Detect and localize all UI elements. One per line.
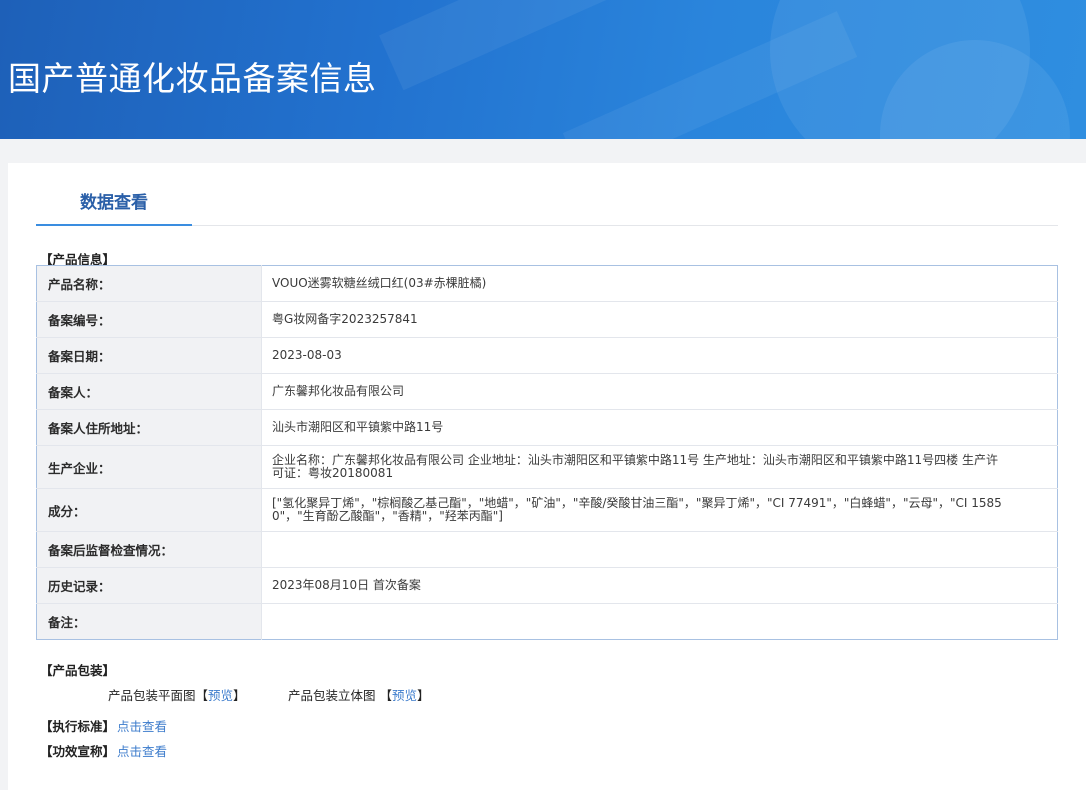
table-row: 备注：: [36, 603, 1058, 640]
section-standard-label: 【执行标准】: [40, 719, 116, 734]
tab-data-view[interactable]: 数据查看: [36, 186, 192, 226]
history-value: 2023年08月10日 首次备案: [261, 567, 1058, 604]
remarks-value: [262, 604, 1058, 640]
filer-value: 广东馨邦化妆品有限公司: [261, 373, 1058, 410]
table-row: 备案编号： 粤G妆网备字2023257841: [36, 301, 1058, 338]
banner-decoration: [379, 0, 641, 91]
tab-bar: 数据查看: [36, 186, 1058, 226]
field-label: 备案编号：: [36, 301, 262, 338]
table-row: 备案人： 广东馨邦化妆品有限公司: [36, 373, 1058, 410]
field-label: 备案人住所地址：: [36, 409, 262, 446]
table-row: 备案人住所地址： 汕头市潮阳区和平镇紫中路11号: [36, 409, 1058, 446]
table-row: 产品名称： VOUO迷雾软糖丝绒口红(03#赤棵脏橘): [36, 265, 1058, 302]
page-title: 国产普通化妆品备案信息: [8, 59, 377, 98]
manufacturer-value: 企业名称：广东馨邦化妆品有限公司 企业地址：汕头市潮阳区和平镇紫中路11号 生产…: [261, 445, 1058, 489]
field-label: 备注：: [36, 603, 262, 640]
efficacy-view-link[interactable]: 点击查看: [117, 741, 167, 760]
flat-packaging-item: 产品包装平面图【预览】: [108, 685, 246, 704]
table-row: 成分： ["氢化聚异丁烯"，"棕榈酸乙基己酯"，"地蜡"，"矿油"，"辛酸/癸酸…: [36, 488, 1058, 532]
section-packaging-label: 【产品包装】: [40, 663, 116, 678]
section-efficacy-label: 【功效宣称】: [40, 744, 116, 759]
filing-date-value: 2023-08-03: [261, 337, 1058, 374]
filer-address-value: 汕头市潮阳区和平镇紫中路11号: [261, 409, 1058, 446]
header-banner: 国产普通化妆品备案信息: [0, 0, 1086, 139]
bracket: 【: [195, 688, 209, 703]
field-label: 生产企业：: [36, 445, 262, 489]
bracket: 【: [379, 688, 393, 703]
field-label: 产品名称：: [36, 265, 262, 302]
packaging-previews: 产品包装平面图【预览】 产品包装立体图 【预览】: [108, 685, 430, 704]
bracket: 】: [233, 688, 246, 703]
ingredients-value: ["氢化聚异丁烯"，"棕榈酸乙基己酯"，"地蜡"，"矿油"，"辛酸/癸酸甘油三酯…: [261, 488, 1058, 532]
flat-preview-link[interactable]: 预览: [208, 688, 233, 703]
table-row: 历史记录： 2023年08月10日 首次备案: [36, 567, 1058, 604]
solid-packaging-label: 产品包装立体图: [288, 688, 376, 703]
field-label: 历史记录：: [36, 567, 262, 604]
solid-preview-link[interactable]: 预览: [392, 688, 417, 703]
bracket: 】: [417, 688, 430, 703]
field-label: 备案后监督检查情况：: [36, 531, 262, 568]
field-label: 备案日期：: [36, 337, 262, 374]
field-label: 成分：: [36, 488, 262, 532]
product-info-table: 产品名称： VOUO迷雾软糖丝绒口红(03#赤棵脏橘) 备案编号： 粤G妆网备字…: [36, 265, 1058, 640]
table-row: 生产企业： 企业名称：广东馨邦化妆品有限公司 企业地址：汕头市潮阳区和平镇紫中路…: [36, 445, 1058, 489]
standard-view-link[interactable]: 点击查看: [117, 716, 167, 735]
table-row: 备案后监督检查情况：: [36, 531, 1058, 568]
flat-packaging-label: 产品包装平面图: [108, 688, 196, 703]
supervision-value: [261, 531, 1058, 568]
solid-packaging-item: 产品包装立体图 【预览】: [288, 685, 430, 704]
field-label: 备案人：: [36, 373, 262, 410]
product-name-value: VOUO迷雾软糖丝绒口红(03#赤棵脏橘): [261, 265, 1058, 302]
filing-number-value: 粤G妆网备字2023257841: [261, 301, 1058, 338]
table-row: 备案日期： 2023-08-03: [36, 337, 1058, 374]
